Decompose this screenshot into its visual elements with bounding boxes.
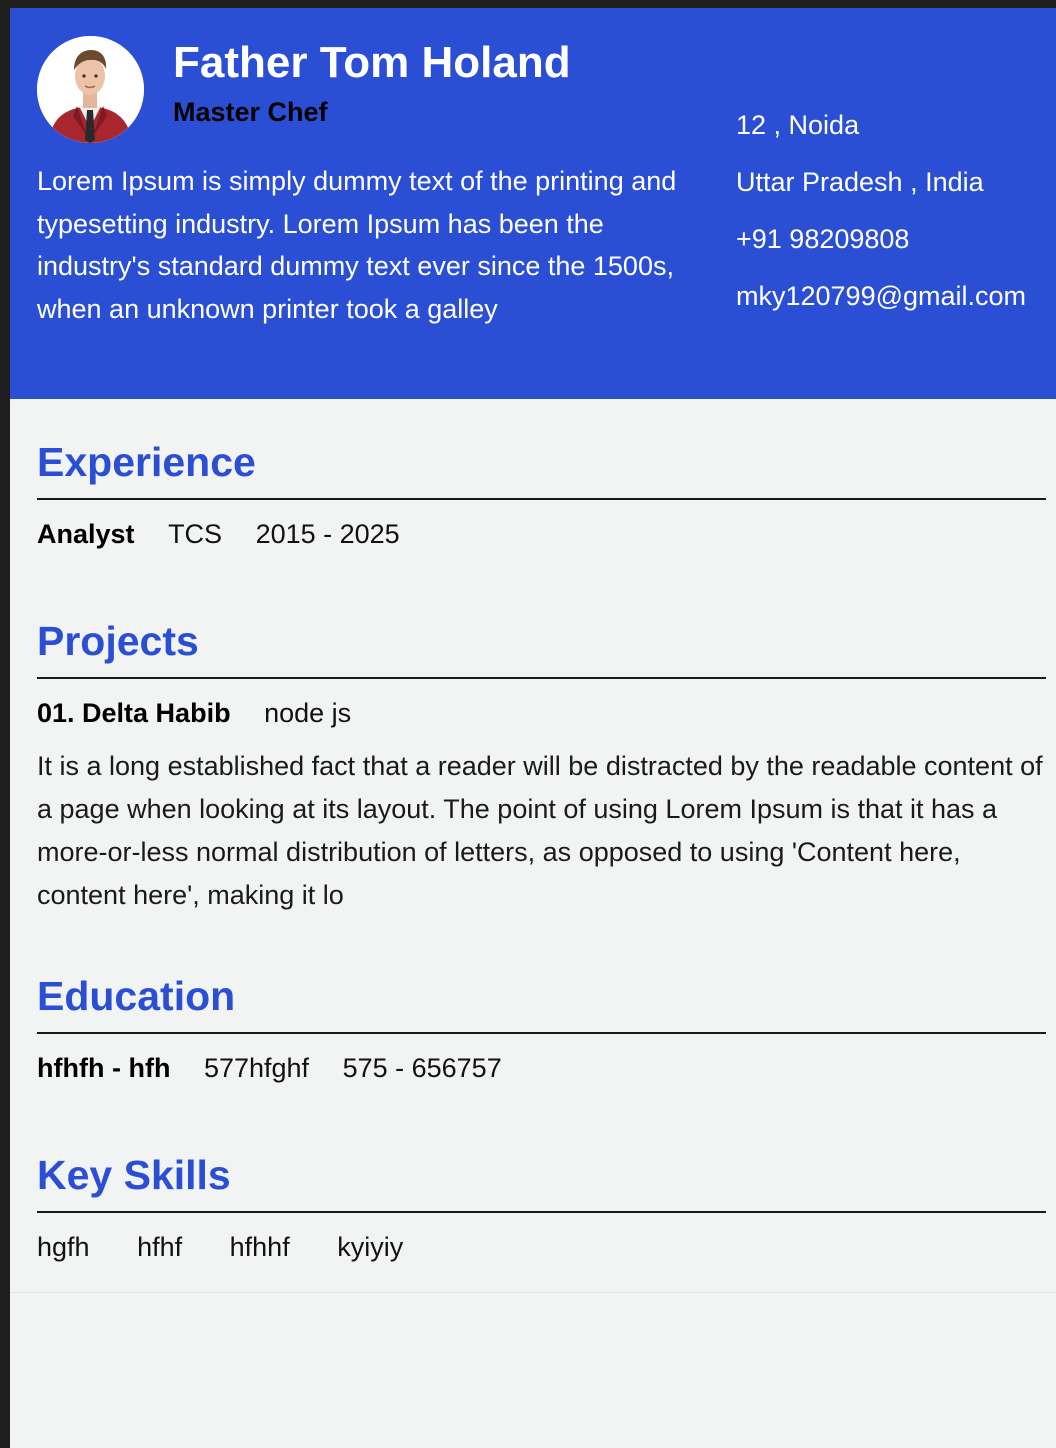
- experience-section: Experience Analyst TCS 2015 - 2025: [37, 438, 1046, 554]
- profile-photo: [37, 36, 144, 143]
- address-line-2: Uttar Pradesh , India: [736, 167, 984, 197]
- profile-summary: Lorem Ipsum is simply dummy text of the …: [37, 166, 677, 324]
- experience-company: TCS: [168, 519, 223, 549]
- education-years: 575 - 656757: [342, 1053, 502, 1083]
- education-school: 577hfghf: [203, 1053, 310, 1083]
- resume-header: Father Tom Holand Master Chef Lorem Ipsu…: [10, 8, 1056, 399]
- project-description: It is a long established fact that a rea…: [37, 751, 1043, 910]
- skill-item: hfhf: [137, 1232, 183, 1262]
- page-divider: [10, 1292, 1056, 1293]
- project-title: 01. Delta Habib: [37, 698, 231, 728]
- skill-item: hfhhf: [229, 1232, 290, 1262]
- profile-role: Master Chef: [173, 97, 328, 127]
- experience-heading: Experience: [37, 438, 1046, 500]
- education-item: hfhfh - hfh 577hfghf 575 - 656757: [37, 1048, 1046, 1088]
- education-degree: hfhfh - hfh: [37, 1053, 171, 1083]
- window-left-edge: [0, 0, 10, 1448]
- project-tech: node js: [264, 698, 352, 728]
- projects-heading: Projects: [37, 617, 1046, 679]
- education-section: Education hfhfh - hfh 577hfghf 575 - 656…: [37, 972, 1046, 1088]
- email-address: mky120799@gmail.com: [736, 281, 1027, 311]
- window-top-edge: [0, 0, 1056, 8]
- avatar: [37, 36, 144, 143]
- skills-section: Key Skills hgfh hfhf hfhhf kyiyiy: [37, 1151, 1046, 1267]
- skill-item: kyiyiy: [337, 1232, 404, 1262]
- skills-list: hgfh hfhf hfhhf kyiyiy: [37, 1227, 1046, 1267]
- profile-name: Father Tom Holand: [173, 38, 571, 87]
- experience-years: 2015 - 2025: [255, 519, 400, 549]
- address-line-1: 12 , Noida: [736, 110, 860, 140]
- project-item: 01. Delta Habib node js: [37, 693, 1046, 733]
- skill-item: hgfh: [37, 1232, 90, 1262]
- projects-section: Projects 01. Delta Habib node js It is a…: [37, 617, 1046, 917]
- experience-title: Analyst: [37, 519, 135, 549]
- skills-heading: Key Skills: [37, 1151, 1046, 1213]
- experience-item: Analyst TCS 2015 - 2025: [37, 514, 1046, 554]
- education-heading: Education: [37, 972, 1046, 1034]
- contact-list: 12 , Noida Uttar Pradesh , India +91 982…: [736, 97, 1056, 325]
- resume-page: Father Tom Holand Master Chef Lorem Ipsu…: [10, 8, 1056, 1448]
- phone-number: +91 98209808: [736, 224, 910, 254]
